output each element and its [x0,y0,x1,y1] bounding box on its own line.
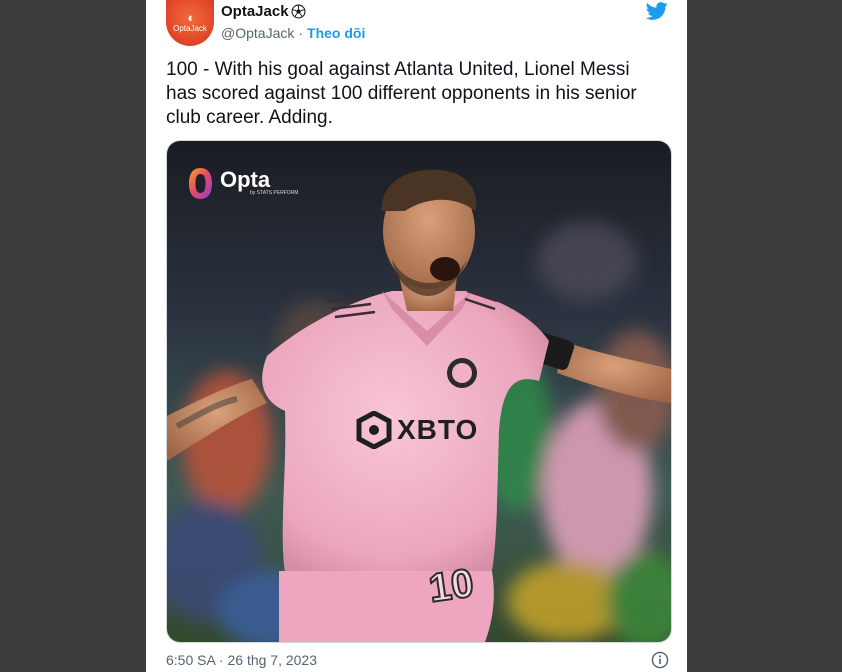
soccer-ball-icon [291,4,306,19]
shirt-number: 10 [425,560,477,612]
follow-button[interactable]: Theo dõi [307,25,365,41]
tweet-text: 100 - With his goal against Atlanta Unit… [166,59,637,128]
author-name-row: OptaJack [221,3,306,20]
tweet-photo[interactable]: Opta by STATS PERFORM XBTO 10 [166,140,672,643]
opta-logo: Opta by STATS PERFORM [187,167,298,200]
display-name[interactable]: OptaJack [221,3,289,20]
separator: · [298,25,304,41]
tweet-card: ◖ OptaJack OptaJack @OptaJack · Theo dõi… [146,0,687,672]
handle[interactable]: @OptaJack [221,25,294,41]
sponsor-mark-icon [356,411,392,449]
opta-logo-icon [189,168,212,199]
opta-logo-text: Opta [220,167,271,192]
avatar-label: OptaJack [173,23,207,33]
author-handle-row: @OptaJack · Theo dõi [221,25,365,41]
tweet-timestamp[interactable]: 6:50 SA · 26 thg 7, 2023 [166,652,317,668]
info-icon[interactable] [651,651,669,669]
opta-logo-sub: by STATS PERFORM [250,190,299,196]
sponsor-logo: XBTO [355,411,478,449]
avatar[interactable]: ◖ OptaJack [166,0,214,46]
opta-avatar-icon: ◖ [186,9,194,25]
twitter-bird-icon[interactable] [645,0,669,22]
sponsor-text: XBTO [397,414,479,445]
celebration-photo [167,141,671,642]
